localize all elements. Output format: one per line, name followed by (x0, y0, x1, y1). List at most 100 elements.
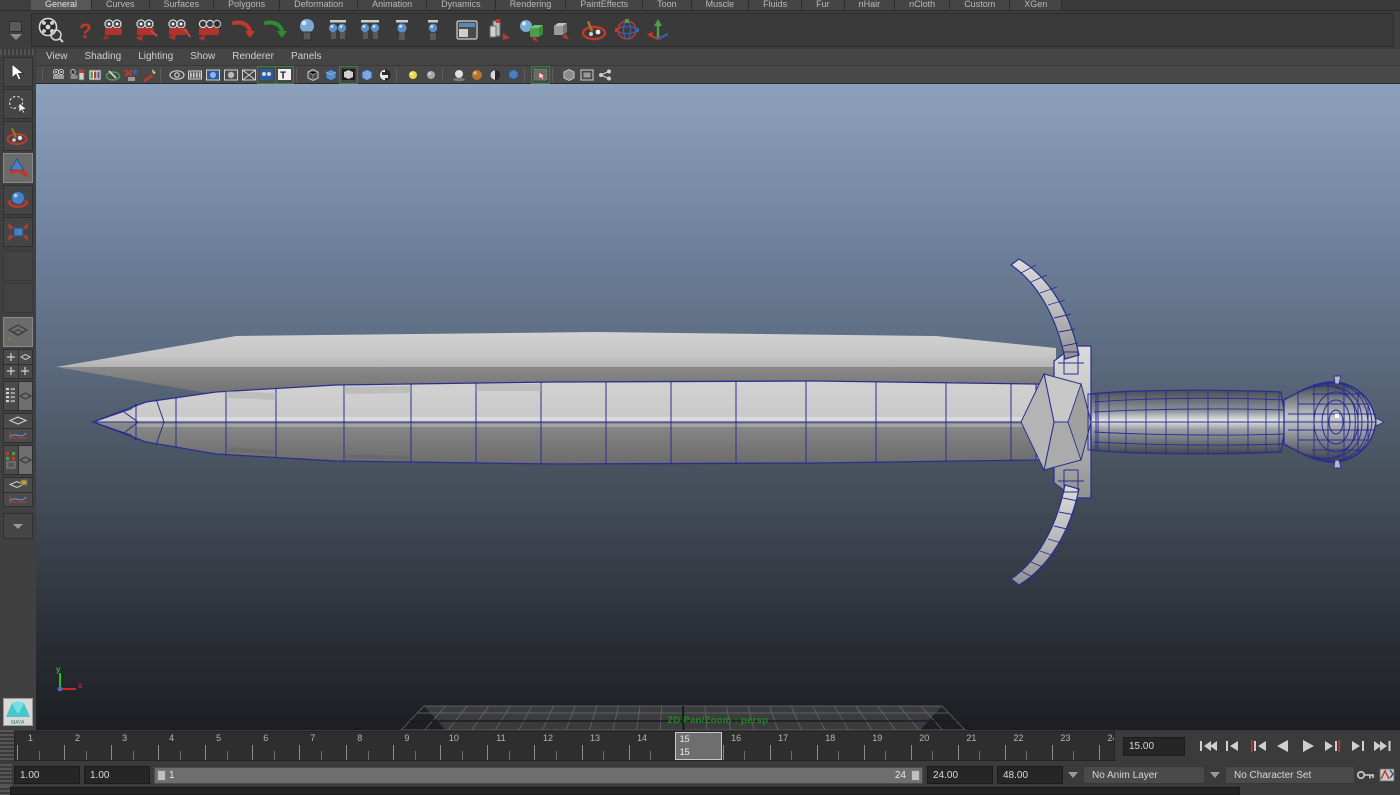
shelf-tabs-grip[interactable] (0, 0, 31, 10)
ambient-occlusion-icon[interactable] (468, 67, 485, 83)
hypershade-icon[interactable] (516, 15, 546, 45)
rigid-body-icon[interactable] (612, 15, 642, 45)
area-light-icon[interactable] (388, 15, 418, 45)
exposure-icon[interactable] (122, 67, 139, 83)
xray-joints-icon[interactable] (257, 65, 276, 84)
shelf-menu-box-icon[interactable] (9, 20, 22, 32)
range-right-handle[interactable] (911, 769, 920, 781)
shelf-tab-painteffects[interactable]: PaintEffects (566, 0, 644, 10)
range-slider-bar[interactable]: 1 24 (154, 766, 923, 784)
auto-keyframe-icon[interactable] (1377, 768, 1397, 782)
play-forwards-button[interactable] (1297, 736, 1319, 756)
four-view-layout[interactable] (3, 349, 33, 379)
grid-toggle-icon[interactable] (578, 67, 595, 83)
viewport-menu-panels[interactable]: Panels (291, 52, 322, 62)
spot-light-icon[interactable] (356, 15, 386, 45)
point-light-icon[interactable] (324, 15, 354, 45)
range-left-handle[interactable] (157, 769, 166, 781)
xray-shapes-icon[interactable] (596, 67, 613, 83)
isolate-objects-icon[interactable] (560, 67, 577, 83)
use-all-lights-icon[interactable] (422, 67, 439, 83)
select-tool[interactable] (3, 57, 33, 87)
paint-effects-icon[interactable] (580, 15, 610, 45)
stereo-camera-icon[interactable] (196, 15, 226, 45)
bookmark-icon[interactable] (68, 67, 85, 83)
shelf-tab-animation[interactable]: Animation (358, 0, 428, 10)
last-tool-slot[interactable] (3, 251, 33, 281)
range-slider-grip[interactable] (0, 764, 12, 786)
shelf-tab-rendering[interactable]: Rendering (495, 0, 567, 10)
move-manipulator-icon[interactable] (644, 15, 674, 45)
motion-blur-icon[interactable] (486, 67, 503, 83)
command-line-grip[interactable] (0, 786, 10, 795)
wireframe-on-shaded-icon[interactable]: T (275, 65, 294, 84)
wireframe-mode-icon[interactable] (304, 67, 321, 83)
viewport-canvas[interactable]: y x 2D Pan/Zoom : persp (36, 84, 1400, 730)
grease-pencil-icon[interactable] (104, 67, 121, 83)
go-to-end-button[interactable] (1372, 736, 1394, 756)
timeline[interactable]: 1234567891011121314151617181920212223241… (14, 731, 1115, 761)
render-settings-icon[interactable] (484, 15, 514, 45)
shelf-tab-muscle[interactable]: Muscle (691, 0, 750, 10)
anim-end-field[interactable]: 48.00 (997, 766, 1063, 784)
anim-start-field[interactable]: 1.00 (14, 766, 80, 784)
shelf-tab-polygons[interactable]: Polygons (214, 0, 281, 10)
shelf-tab-dynamics[interactable]: Dynamics (427, 0, 496, 10)
smooth-shade-textured-icon[interactable] (339, 65, 358, 84)
character-set-dropdown[interactable]: No Character Set (1225, 766, 1355, 784)
scale-tool[interactable] (3, 217, 33, 247)
shelf-tab-fluids[interactable]: Fluids (749, 0, 803, 10)
film-reel-icon[interactable] (36, 15, 66, 45)
shelf-tab-toon[interactable]: Toon (643, 0, 692, 10)
camera-icon[interactable] (100, 15, 130, 45)
persp-graph-layout[interactable] (3, 413, 33, 443)
step-back-key-button[interactable] (1247, 736, 1269, 756)
command-line-input[interactable] (10, 786, 1240, 795)
key-icon[interactable] (1355, 769, 1377, 781)
tool-slot-empty[interactable] (3, 283, 33, 313)
directional-light-green-icon[interactable] (260, 15, 290, 45)
viewport-menu-lighting[interactable]: Lighting (138, 52, 173, 62)
xray-icon[interactable] (240, 67, 257, 83)
smooth-shade-all-icon[interactable] (322, 67, 339, 83)
layout-more-dropdown[interactable] (3, 513, 33, 539)
shelf-tab-surfaces[interactable]: Surfaces (149, 0, 215, 10)
resolution-gate-icon[interactable] (204, 67, 221, 83)
shelf-tab-fur[interactable]: Fur (802, 0, 845, 10)
single-perspective-layout[interactable] (3, 317, 33, 347)
help-question-icon[interactable]: ? (68, 15, 98, 45)
shelf-tab-ncloth[interactable]: nCloth (895, 0, 951, 10)
shade-options-icon[interactable] (358, 67, 375, 83)
anim-layer-dropdown-icon[interactable] (1068, 772, 1078, 778)
use-default-light-icon[interactable] (404, 67, 421, 83)
shelf-side-controls[interactable] (0, 11, 31, 49)
multisample-icon[interactable] (504, 67, 521, 83)
checker-shading-icon[interactable] (376, 67, 393, 83)
toolbox-grip[interactable] (0, 49, 36, 55)
render-view-icon[interactable] (452, 15, 482, 45)
select-camera-icon[interactable] (50, 67, 67, 83)
shelf-tab-xgen[interactable]: XGen (1010, 0, 1063, 10)
isolate-select-icon[interactable] (168, 67, 185, 83)
shelf-tab-curves[interactable]: Curves (92, 0, 150, 10)
hypershade-persp-layout[interactable] (3, 445, 33, 475)
paint-select-tool[interactable] (3, 121, 33, 151)
lasso-select-tool[interactable] (3, 89, 33, 119)
directional-light-red-icon[interactable] (228, 15, 258, 45)
ambient-light-icon[interactable] (292, 15, 322, 45)
camera-aim-icon[interactable] (132, 15, 162, 45)
shelf-tab-nhair[interactable]: nHair (844, 0, 896, 10)
gamma-icon[interactable] (140, 67, 157, 83)
anim-layer-dropdown[interactable]: No Anim Layer (1083, 766, 1205, 784)
go-to-start-button[interactable] (1197, 736, 1219, 756)
shelf-dropdown-icon[interactable] (9, 33, 22, 40)
range-start-field[interactable]: 1.00 (84, 766, 150, 784)
gate-mask-icon[interactable] (222, 67, 239, 83)
character-set-dropdown-icon[interactable] (1210, 772, 1220, 778)
step-forward-frame-button[interactable] (1347, 736, 1369, 756)
viewport-menu-view[interactable]: View (46, 52, 68, 62)
current-time-field[interactable]: 15.00 (1123, 736, 1185, 756)
volume-light-icon[interactable] (420, 15, 450, 45)
2d-pan-zoom-icon[interactable] (531, 65, 550, 84)
step-forward-key-button[interactable] (1322, 736, 1344, 756)
